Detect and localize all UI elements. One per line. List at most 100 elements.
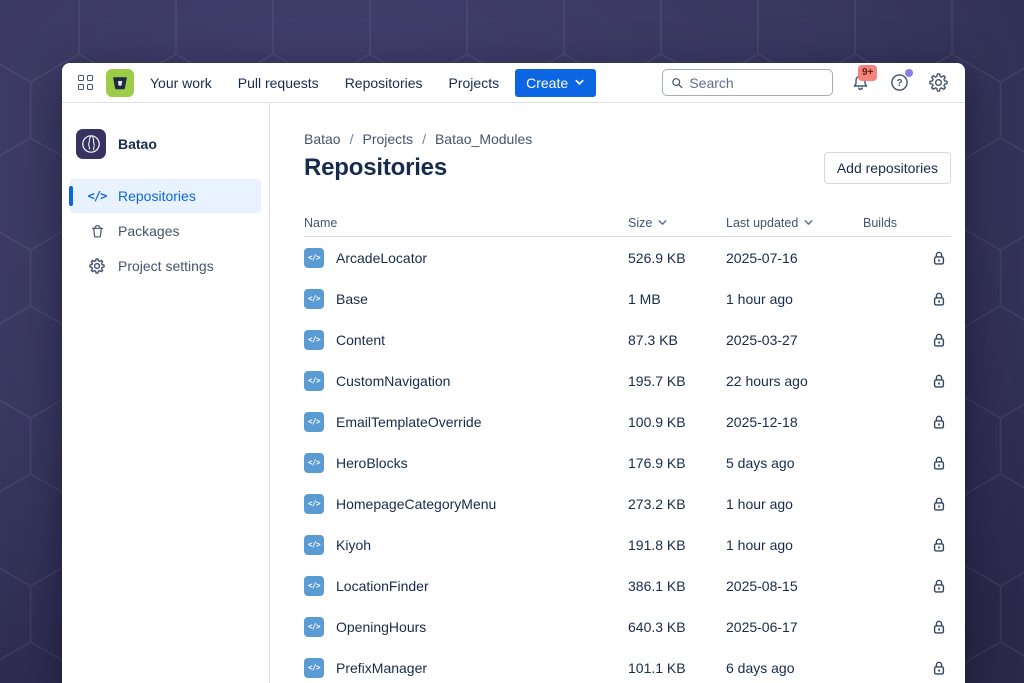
column-header-name: Name bbox=[304, 215, 338, 230]
repository-name-link[interactable]: PrefixManager bbox=[336, 660, 427, 676]
repository-last-updated: 22 hours ago bbox=[726, 372, 808, 389]
help-status-dot bbox=[905, 68, 913, 77]
repository-last-updated: 2025-07-16 bbox=[726, 249, 798, 266]
repository-name-link[interactable]: CustomNavigation bbox=[336, 373, 450, 389]
search-icon bbox=[672, 77, 683, 88]
repository-name-link[interactable]: EmailTemplateOverride bbox=[336, 414, 482, 430]
private-lock-icon bbox=[930, 659, 951, 677]
private-lock-icon bbox=[930, 495, 951, 513]
repository-name-link[interactable]: Base bbox=[336, 291, 368, 307]
repository-last-updated: 2025-12-18 bbox=[726, 413, 798, 430]
repository-size: 386.1 KB bbox=[628, 577, 686, 594]
settings-button[interactable] bbox=[927, 72, 949, 94]
table-row: </> Base 1 MB 1 hour ago bbox=[304, 278, 951, 319]
private-lock-icon bbox=[930, 372, 951, 390]
main-content: BataoProjectsBatao_Modules Repositories … bbox=[270, 103, 965, 683]
private-lock-icon bbox=[930, 536, 951, 554]
gear-icon bbox=[88, 258, 106, 274]
table-row: </> ArcadeLocator 526.9 KB 2025-07-16 bbox=[304, 237, 951, 278]
package-bucket-icon bbox=[88, 224, 106, 239]
repository-last-updated: 5 days ago bbox=[726, 454, 795, 471]
workspace-header[interactable]: Batao bbox=[62, 129, 269, 179]
column-header-size[interactable]: Size bbox=[628, 216, 726, 230]
sidebar-item-packages[interactable]: Packages bbox=[70, 214, 261, 248]
create-button-label: Create bbox=[526, 74, 569, 91]
repository-name-link[interactable]: OpeningHours bbox=[336, 619, 426, 635]
repository-code-icon: </> bbox=[304, 288, 324, 309]
nav-item[interactable]: Pull requests bbox=[238, 75, 319, 91]
sort-chevron-icon bbox=[658, 220, 667, 225]
repository-code-icon: </> bbox=[304, 575, 324, 596]
notification-count-badge: 9+ bbox=[858, 64, 878, 81]
workspace-name: Batao bbox=[118, 136, 157, 152]
repository-code-icon: </> bbox=[304, 370, 324, 391]
repository-size: 101.1 KB bbox=[628, 659, 686, 676]
repository-name-link[interactable]: HeroBlocks bbox=[336, 455, 408, 471]
repository-size: 526.9 KB bbox=[628, 249, 686, 266]
sidebar-item-project-settings[interactable]: Project settings bbox=[70, 249, 261, 283]
notifications-button[interactable]: 9+ bbox=[849, 64, 878, 94]
repositories-table: Name Size Last updated Builds </> Arcade… bbox=[304, 209, 951, 683]
table-row: </> LocationFinder 386.1 KB 2025-08-15 bbox=[304, 565, 951, 606]
repository-code-icon: </> bbox=[304, 493, 324, 514]
table-row: </> Kiyoh 191.8 KB 1 hour ago bbox=[304, 524, 951, 565]
sidebar-item-label: Repositories bbox=[118, 188, 196, 204]
top-navigation-bar: Your work Pull requests Repositories Projec… bbox=[62, 63, 965, 103]
repository-last-updated: 1 hour ago bbox=[726, 495, 793, 512]
repository-last-updated: 2025-03-27 bbox=[726, 331, 798, 348]
repository-name-link[interactable]: Kiyoh bbox=[336, 537, 371, 553]
repository-size: 640.3 KB bbox=[628, 618, 686, 635]
column-header-last-updated[interactable]: Last updated bbox=[726, 216, 863, 230]
help-button[interactable]: ? bbox=[888, 68, 913, 94]
table-row: </> Content 87.3 KB 2025-03-27 bbox=[304, 319, 951, 360]
sidebar-item-label: Project settings bbox=[118, 258, 214, 274]
nav-item[interactable]: Projects bbox=[449, 75, 500, 91]
search-box bbox=[662, 69, 833, 96]
table-row: </> HomepageCategoryMenu 273.2 KB 1 hour… bbox=[304, 483, 951, 524]
repository-code-icon: </> bbox=[304, 411, 324, 432]
search-input[interactable] bbox=[689, 74, 824, 91]
repository-size: 195.7 KB bbox=[628, 372, 686, 389]
code-icon: </> bbox=[87, 189, 108, 203]
repository-code-icon: </> bbox=[304, 329, 324, 350]
repository-name-link[interactable]: LocationFinder bbox=[336, 578, 429, 594]
repository-size: 1 MB bbox=[628, 290, 661, 307]
table-header-row: Name Size Last updated Builds bbox=[304, 209, 951, 237]
repository-size: 176.9 KB bbox=[628, 454, 686, 471]
sidebar-item-repositories[interactable]: </> Repositories bbox=[69, 179, 261, 213]
breadcrumb-link[interactable]: Batao_Modules bbox=[435, 131, 532, 147]
create-button[interactable]: Create bbox=[515, 68, 597, 97]
sort-chevron-icon bbox=[804, 220, 813, 225]
workspace-avatar bbox=[76, 129, 106, 159]
app-window: Your work Pull requests Repositories Projec… bbox=[62, 63, 965, 683]
repository-size: 100.9 KB bbox=[628, 413, 686, 430]
repository-code-icon: </> bbox=[304, 616, 324, 637]
gear-icon bbox=[928, 73, 948, 92]
repository-size: 87.3 KB bbox=[628, 331, 678, 348]
private-lock-icon bbox=[930, 618, 951, 636]
repository-last-updated: 6 days ago bbox=[726, 659, 795, 676]
table-body: </> ArcadeLocator 526.9 KB 2025-07-16 </… bbox=[304, 237, 951, 683]
repository-name-link[interactable]: HomepageCategoryMenu bbox=[336, 496, 496, 512]
breadcrumb-link[interactable]: Projects bbox=[362, 131, 434, 147]
nav-item[interactable]: Repositories bbox=[345, 75, 423, 91]
page-title: Repositories bbox=[304, 154, 447, 181]
private-lock-icon bbox=[930, 454, 951, 472]
svg-text:?: ? bbox=[896, 78, 902, 89]
app-switcher-icon[interactable] bbox=[78, 75, 93, 90]
nav-item[interactable]: Your work bbox=[150, 75, 212, 91]
add-repositories-button[interactable]: Add repositories bbox=[823, 152, 951, 184]
breadcrumb: BataoProjectsBatao_Modules bbox=[304, 131, 951, 147]
breadcrumb-link[interactable]: Batao bbox=[304, 131, 362, 147]
repository-last-updated: 1 hour ago bbox=[726, 536, 793, 553]
repository-name-link[interactable]: ArcadeLocator bbox=[336, 250, 427, 266]
bucket-glyph bbox=[113, 76, 127, 89]
repository-size: 273.2 KB bbox=[628, 495, 686, 512]
bitbucket-logo-icon[interactable] bbox=[106, 68, 134, 97]
repository-code-icon: </> bbox=[304, 534, 324, 555]
topbar-icon-group: 9+ ? bbox=[849, 64, 949, 94]
repository-name-link[interactable]: Content bbox=[336, 332, 385, 348]
repository-code-icon: </> bbox=[304, 657, 324, 678]
repository-last-updated: 2025-06-17 bbox=[726, 618, 798, 635]
table-row: </> OpeningHours 640.3 KB 2025-06-17 bbox=[304, 606, 951, 647]
